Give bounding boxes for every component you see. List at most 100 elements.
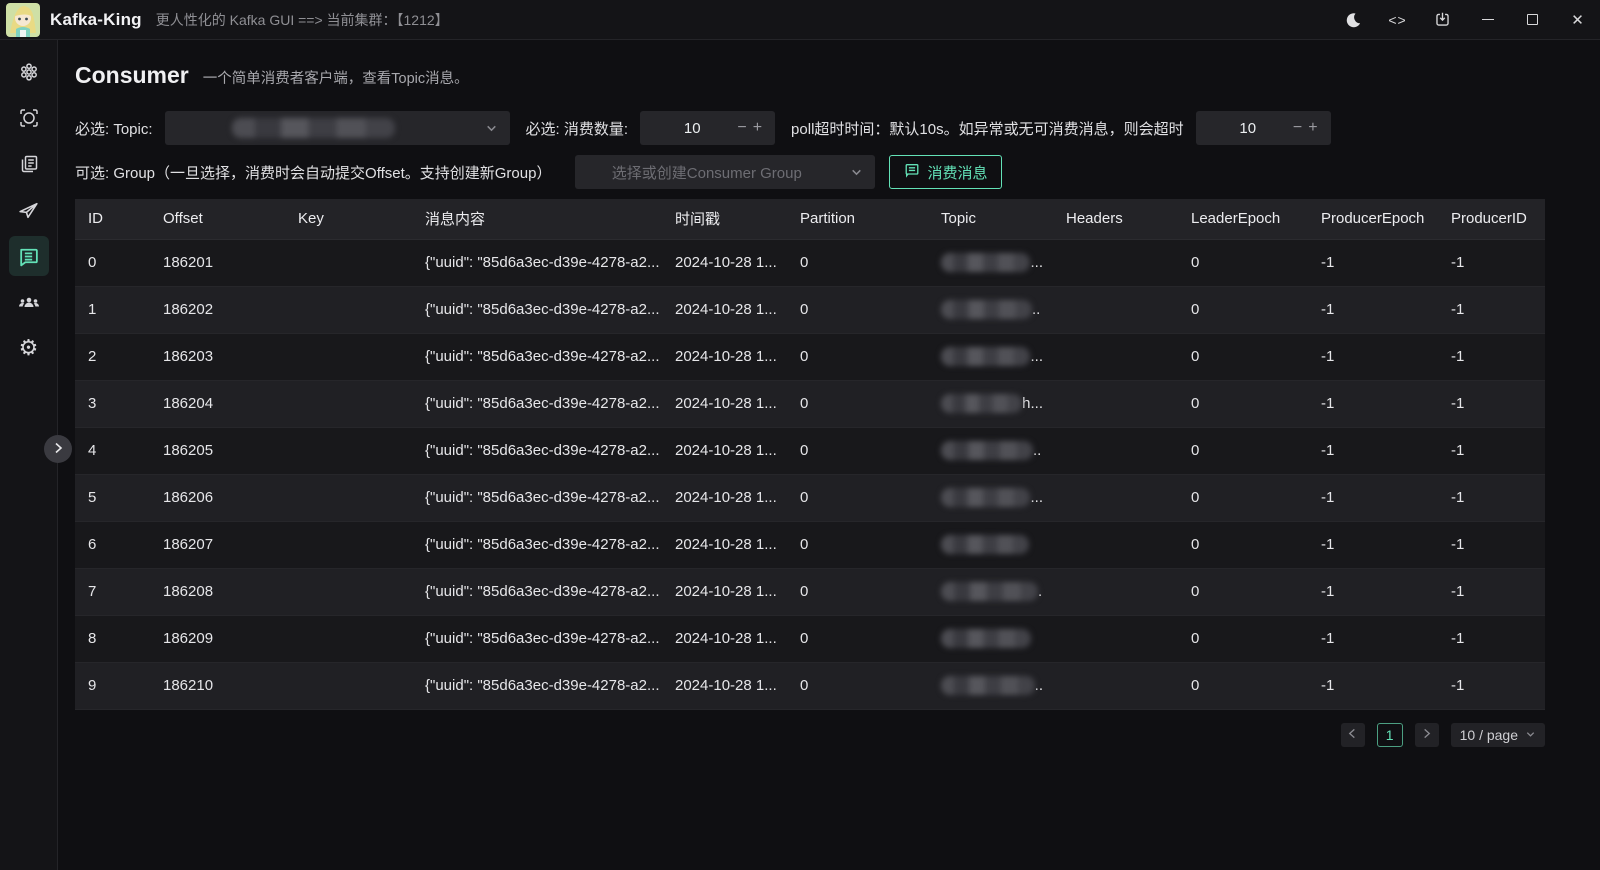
cell-producer-id: -1	[1438, 521, 1545, 568]
sidebar-item-producer[interactable]	[9, 190, 49, 230]
page-number-button[interactable]: 1	[1377, 723, 1403, 747]
table-body: 0 186201 {"uuid": "85d6a3ec-d39e-4278-a2…	[75, 239, 1545, 709]
topic-select[interactable]	[165, 111, 510, 145]
cell-timestamp: 2024-10-28 1...	[662, 521, 787, 568]
cell-headers	[1053, 286, 1178, 333]
cell-producer-id: -1	[1438, 474, 1545, 521]
topic-suffix: ...	[1030, 254, 1043, 271]
cell-headers	[1053, 380, 1178, 427]
chevron-down-icon	[850, 166, 863, 179]
update-download-icon[interactable]	[1420, 0, 1465, 39]
sidebar-item-groups[interactable]	[9, 282, 49, 322]
group-select[interactable]: 选择或创建Consumer Group	[575, 155, 875, 189]
cell-id: 5	[75, 474, 150, 521]
cell-topic: .	[928, 568, 1053, 615]
window-controls: <> ✕	[1330, 0, 1600, 39]
cell-leader-epoch: 0	[1178, 474, 1308, 521]
cell-headers	[1053, 662, 1178, 709]
table-row[interactable]: 8 186209 {"uuid": "85d6a3ec-d39e-4278-a2…	[75, 615, 1545, 662]
cell-message: {"uuid": "85d6a3ec-d39e-4278-a2...	[412, 333, 662, 380]
table-row[interactable]: 4 186205 {"uuid": "85d6a3ec-d39e-4278-a2…	[75, 427, 1545, 474]
cell-producer-epoch: -1	[1308, 662, 1438, 709]
consume-count-label: 必选: 消费数量:	[526, 118, 629, 139]
cell-timestamp: 2024-10-28 1...	[662, 239, 787, 286]
topics-icon	[18, 153, 40, 175]
message-icon	[904, 162, 920, 182]
topic-suffix: ..	[1032, 301, 1040, 318]
next-page-button[interactable]	[1415, 723, 1439, 747]
table-row[interactable]: 2 186203 {"uuid": "85d6a3ec-d39e-4278-a2…	[75, 333, 1545, 380]
consume-count-value: 10	[650, 120, 734, 137]
cell-timestamp: 2024-10-28 1...	[662, 427, 787, 474]
cell-leader-epoch: 0	[1178, 286, 1308, 333]
sidebar-item-consumer[interactable]	[9, 236, 49, 276]
cell-key	[285, 427, 412, 474]
groups-icon	[17, 290, 41, 314]
cell-key	[285, 662, 412, 709]
prev-page-button[interactable]	[1341, 723, 1365, 747]
table-row[interactable]: 7 186208 {"uuid": "85d6a3ec-d39e-4278-a2…	[75, 568, 1545, 615]
sidebar-item-monitor[interactable]	[9, 98, 49, 138]
sidebar-item-cluster[interactable]	[9, 52, 49, 92]
table-header: ID Offset Key 消息内容 时间戳 Partition Topic H…	[75, 199, 1545, 239]
table-row[interactable]: 6 186207 {"uuid": "85d6a3ec-d39e-4278-a2…	[75, 521, 1545, 568]
table-row[interactable]: 5 186206 {"uuid": "85d6a3ec-d39e-4278-a2…	[75, 474, 1545, 521]
increment-icon[interactable]: +	[750, 119, 765, 137]
cell-key	[285, 380, 412, 427]
table-row[interactable]: 3 186204 {"uuid": "85d6a3ec-d39e-4278-a2…	[75, 380, 1545, 427]
cell-producer-id: -1	[1438, 568, 1545, 615]
increment-icon[interactable]: +	[1305, 119, 1320, 137]
consume-count-input[interactable]: 10 − +	[640, 111, 775, 145]
sidebar-expand-button[interactable]	[44, 435, 72, 463]
topic-suffix: ..	[1035, 677, 1043, 694]
cell-producer-id: -1	[1438, 286, 1545, 333]
page-size-value: 10 / page	[1460, 727, 1518, 743]
code-icon[interactable]: <>	[1375, 0, 1420, 39]
sidebar-item-settings[interactable]: ⚙	[9, 328, 49, 368]
minimize-button[interactable]	[1465, 0, 1510, 39]
cell-headers	[1053, 615, 1178, 662]
titlebar: Kafka-King 更人性化的 Kafka GUI ==> 当前集群：【121…	[0, 0, 1600, 40]
cell-topic: h...	[928, 380, 1053, 427]
cell-producer-id: -1	[1438, 239, 1545, 286]
cell-headers	[1053, 239, 1178, 286]
decrement-icon[interactable]: −	[1290, 119, 1305, 137]
page-description: 一个简单消费者客户端，查看Topic消息。	[203, 67, 469, 88]
cell-leader-epoch: 0	[1178, 568, 1308, 615]
cell-producer-id: -1	[1438, 427, 1545, 474]
cell-headers	[1053, 474, 1178, 521]
cell-offset: 186209	[150, 615, 285, 662]
maximize-button[interactable]	[1510, 0, 1555, 39]
cell-key	[285, 521, 412, 568]
close-button[interactable]: ✕	[1555, 0, 1600, 39]
consume-message-button[interactable]: 消费消息	[889, 155, 1002, 189]
cell-leader-epoch: 0	[1178, 239, 1308, 286]
monitor-icon	[18, 107, 40, 129]
sidebar: ⚙	[0, 40, 58, 870]
titlebar-subtitle: 更人性化的 Kafka GUI ==> 当前集群：【1212】	[156, 10, 449, 30]
table-row[interactable]: 0 186201 {"uuid": "85d6a3ec-d39e-4278-a2…	[75, 239, 1545, 286]
consumer-form-row-1: 必选: Topic: 必选: 消费数量: 10 − + poll超时时间：默认1…	[75, 111, 1583, 145]
theme-toggle-moon-icon[interactable]	[1330, 0, 1375, 39]
topic-suffix: ..	[1033, 442, 1041, 459]
decrement-icon[interactable]: −	[734, 119, 749, 137]
poll-timeout-input[interactable]: 10 − +	[1196, 111, 1331, 145]
app-logo	[6, 3, 40, 37]
cell-topic: ...	[928, 474, 1053, 521]
cell-topic: ..	[928, 427, 1053, 474]
page-size-select[interactable]: 10 / page	[1451, 723, 1545, 747]
cell-partition: 0	[787, 568, 928, 615]
sidebar-item-topics[interactable]	[9, 144, 49, 184]
poll-timeout-label: poll超时时间：默认10s。如异常或无可消费消息，则会超时	[791, 118, 1184, 139]
cell-key	[285, 239, 412, 286]
table-row[interactable]: 9 186210 {"uuid": "85d6a3ec-d39e-4278-a2…	[75, 662, 1545, 709]
messages-table: ID Offset Key 消息内容 时间戳 Partition Topic H…	[75, 199, 1545, 710]
cell-leader-epoch: 0	[1178, 333, 1308, 380]
redacted-topic-name	[941, 347, 1030, 366]
table-row[interactable]: 1 186202 {"uuid": "85d6a3ec-d39e-4278-a2…	[75, 286, 1545, 333]
consume-button-label: 消费消息	[927, 162, 987, 183]
col-timestamp: 时间戳	[662, 199, 787, 239]
cell-timestamp: 2024-10-28 1...	[662, 474, 787, 521]
cell-key	[285, 286, 412, 333]
cell-id: 4	[75, 427, 150, 474]
